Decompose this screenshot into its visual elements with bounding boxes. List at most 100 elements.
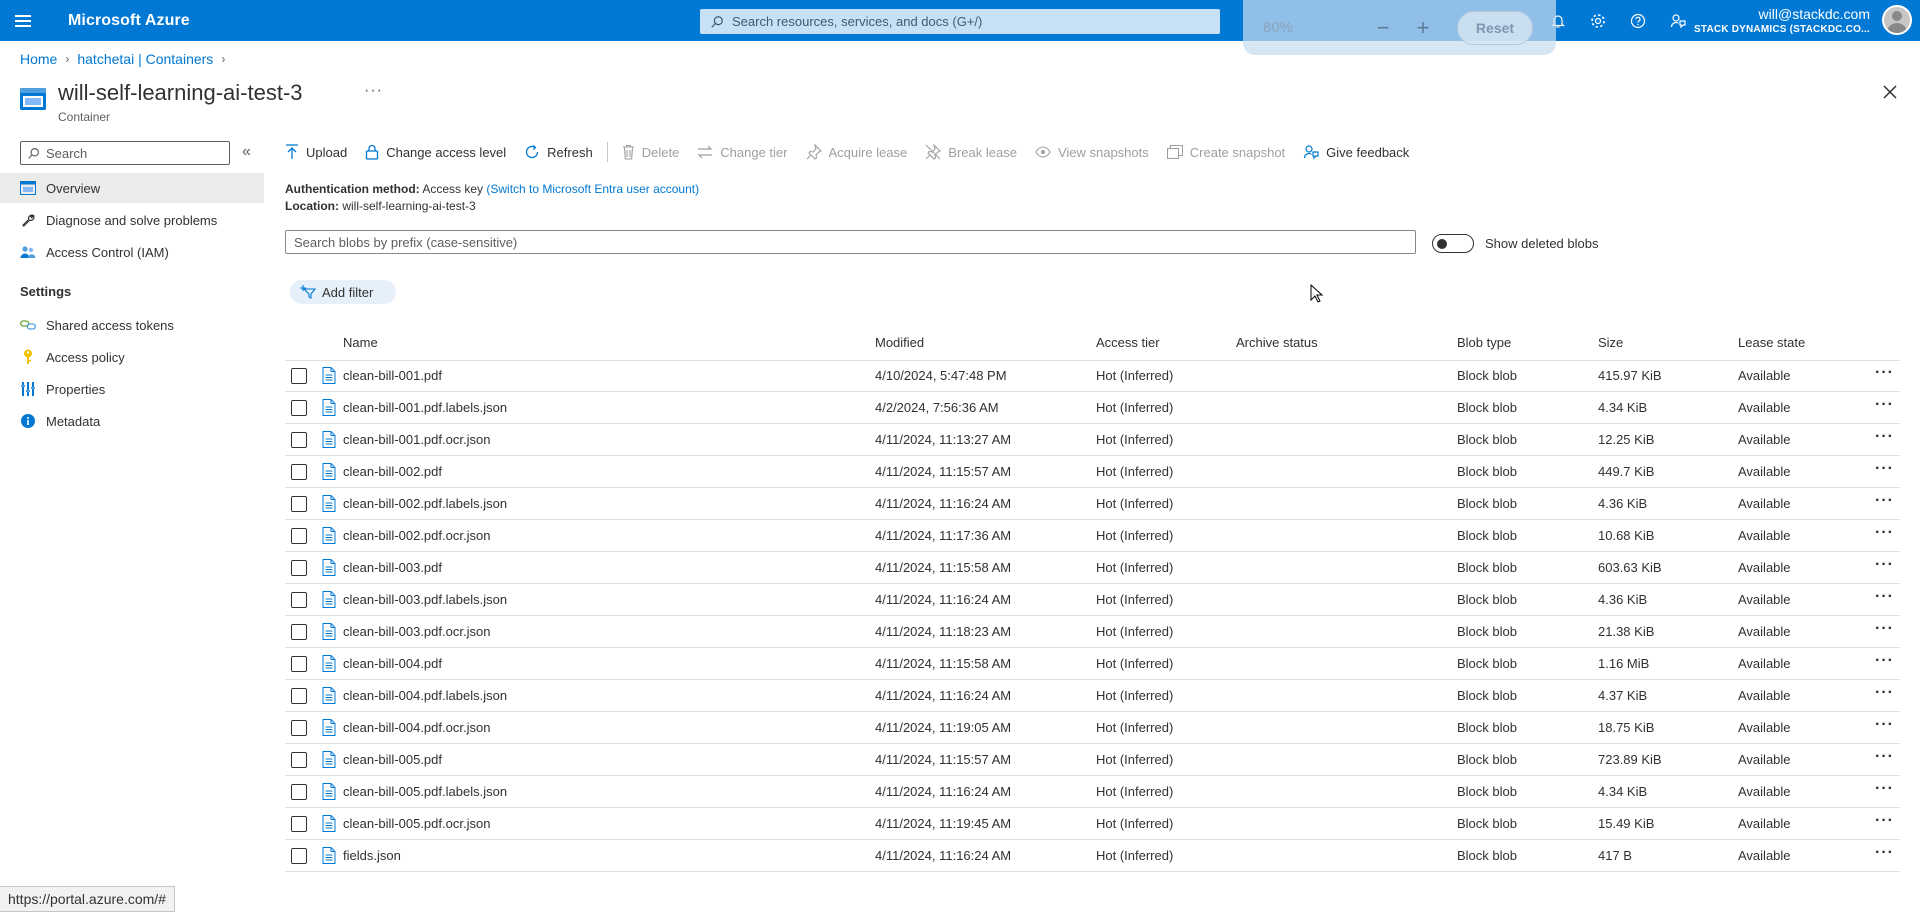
sidebar-item-iam[interactable]: Access Control (IAM) xyxy=(0,237,264,267)
row-checkbox[interactable] xyxy=(291,624,307,640)
table-row[interactable]: fields.json 4/11/2024, 11:16:24 AM Hot (In… xyxy=(285,840,1900,872)
row-checkbox[interactable] xyxy=(291,688,307,704)
row-checkbox[interactable] xyxy=(291,368,307,384)
sidebar-item-overview[interactable]: Overview xyxy=(0,173,264,203)
zoom-out-button[interactable]: − xyxy=(1363,15,1403,41)
delete-button[interactable]: Delete xyxy=(622,144,679,160)
table-row[interactable]: clean-bill-004.pdf.labels.json 4/11/2024,… xyxy=(285,680,1900,712)
change-access-level-button[interactable]: Change access level xyxy=(365,144,506,160)
blob-name-link[interactable]: clean-bill-002.pdf.labels.json xyxy=(343,496,507,511)
table-row[interactable]: clean-bill-005.pdf.ocr.json 4/11/2024, 11… xyxy=(285,808,1900,840)
more-actions-button[interactable]: ··· xyxy=(364,82,383,100)
blob-name-link[interactable]: clean-bill-004.pdf.ocr.json xyxy=(343,720,490,735)
blob-name-link[interactable]: clean-bill-003.pdf.labels.json xyxy=(343,592,507,607)
table-row[interactable]: clean-bill-002.pdf 4/11/2024, 11:15:57 AM… xyxy=(285,456,1900,488)
table-row[interactable]: clean-bill-002.pdf.labels.json 4/11/2024,… xyxy=(285,488,1900,520)
blob-name-link[interactable]: clean-bill-001.pdf.labels.json xyxy=(343,400,507,415)
sidebar-item-properties[interactable]: Properties xyxy=(0,374,264,404)
row-more-actions-button[interactable]: ··· xyxy=(1875,748,1894,766)
row-checkbox[interactable] xyxy=(291,784,307,800)
table-row[interactable]: clean-bill-005.pdf.labels.json 4/11/2024,… xyxy=(285,776,1900,808)
sidebar-item-metadata[interactable]: Metadata xyxy=(0,406,264,436)
blob-prefix-search-input[interactable]: Search blobs by prefix (case-sensitive) xyxy=(285,230,1416,254)
row-more-actions-button[interactable]: ··· xyxy=(1875,684,1894,702)
row-checkbox[interactable] xyxy=(291,528,307,544)
column-blob-type[interactable]: Blob type xyxy=(1457,335,1511,350)
column-name[interactable]: Name xyxy=(343,335,378,350)
blob-name-link[interactable]: clean-bill-002.pdf.ocr.json xyxy=(343,528,490,543)
zoom-in-button[interactable]: + xyxy=(1403,15,1443,41)
column-archive-status[interactable]: Archive status xyxy=(1236,335,1318,350)
column-modified[interactable]: Modified xyxy=(875,335,924,350)
blob-name-link[interactable]: clean-bill-004.pdf.labels.json xyxy=(343,688,507,703)
brand-title[interactable]: Microsoft Azure xyxy=(68,12,190,30)
feedback-icon[interactable] xyxy=(1658,0,1698,41)
row-more-actions-button[interactable]: ··· xyxy=(1875,588,1894,606)
account-info[interactable]: will@stackdc.com STACK DYNAMICS (STACKDC… xyxy=(1694,6,1870,35)
breadcrumb-home[interactable]: Home xyxy=(20,51,57,67)
blob-name-link[interactable]: clean-bill-001.pdf xyxy=(343,368,442,383)
sidebar-item-access-policy[interactable]: Access policy xyxy=(0,342,264,372)
blob-name-link[interactable]: clean-bill-003.pdf.ocr.json xyxy=(343,624,490,639)
row-checkbox[interactable] xyxy=(291,496,307,512)
sidebar-item-shared-access-tokens[interactable]: Shared access tokens xyxy=(0,310,264,340)
blob-name-link[interactable]: clean-bill-002.pdf xyxy=(343,464,442,479)
change-tier-button[interactable]: Change tier xyxy=(697,145,788,160)
blob-name-link[interactable]: clean-bill-005.pdf.ocr.json xyxy=(343,816,490,831)
row-more-actions-button[interactable]: ··· xyxy=(1875,460,1894,478)
zoom-reset-button[interactable]: Reset xyxy=(1457,10,1533,45)
menu-icon[interactable] xyxy=(0,0,46,41)
collapse-sidebar-button[interactable]: « xyxy=(242,143,251,161)
close-icon[interactable] xyxy=(1880,82,1900,102)
blob-name-link[interactable]: fields.json xyxy=(343,848,401,863)
breadcrumb-containers[interactable]: hatchetai | Containers xyxy=(77,51,213,67)
row-more-actions-button[interactable]: ··· xyxy=(1875,556,1894,574)
view-snapshots-button[interactable]: View snapshots xyxy=(1035,145,1149,160)
table-row[interactable]: clean-bill-004.pdf 4/11/2024, 11:15:58 AM… xyxy=(285,648,1900,680)
table-row[interactable]: clean-bill-005.pdf 4/11/2024, 11:15:57 AM… xyxy=(285,744,1900,776)
blob-name-link[interactable]: clean-bill-004.pdf xyxy=(343,656,442,671)
row-checkbox[interactable] xyxy=(291,560,307,576)
blob-name-link[interactable]: clean-bill-005.pdf.labels.json xyxy=(343,784,507,799)
blob-name-link[interactable]: clean-bill-001.pdf.ocr.json xyxy=(343,432,490,447)
upload-button[interactable]: Upload xyxy=(285,144,347,160)
create-snapshot-button[interactable]: Create snapshot xyxy=(1166,145,1285,160)
give-feedback-button[interactable]: Give feedback xyxy=(1303,144,1409,160)
row-checkbox[interactable] xyxy=(291,464,307,480)
table-row[interactable]: clean-bill-002.pdf.ocr.json 4/11/2024, 11… xyxy=(285,520,1900,552)
column-access-tier[interactable]: Access tier xyxy=(1096,335,1160,350)
show-deleted-toggle[interactable] xyxy=(1432,234,1474,253)
row-checkbox[interactable] xyxy=(291,400,307,416)
table-row[interactable]: clean-bill-004.pdf.ocr.json 4/11/2024, 11… xyxy=(285,712,1900,744)
row-checkbox[interactable] xyxy=(291,816,307,832)
row-more-actions-button[interactable]: ··· xyxy=(1875,716,1894,734)
sidebar-search-input[interactable]: Search xyxy=(20,141,230,165)
row-more-actions-button[interactable]: ··· xyxy=(1875,780,1894,798)
row-more-actions-button[interactable]: ··· xyxy=(1875,620,1894,638)
add-filter-button[interactable]: Add filter xyxy=(290,280,396,304)
row-more-actions-button[interactable]: ··· xyxy=(1875,364,1894,382)
row-more-actions-button[interactable]: ··· xyxy=(1875,524,1894,542)
table-row[interactable]: clean-bill-001.pdf.labels.json 4/2/2024, … xyxy=(285,392,1900,424)
avatar[interactable] xyxy=(1882,5,1912,35)
row-more-actions-button[interactable]: ··· xyxy=(1875,396,1894,414)
row-checkbox[interactable] xyxy=(291,656,307,672)
break-lease-button[interactable]: Break lease xyxy=(925,144,1017,160)
switch-auth-link[interactable]: (Switch to Microsoft Entra user account) xyxy=(486,182,699,196)
table-row[interactable]: clean-bill-003.pdf.ocr.json 4/11/2024, 11… xyxy=(285,616,1900,648)
row-checkbox[interactable] xyxy=(291,848,307,864)
table-row[interactable]: clean-bill-001.pdf 4/10/2024, 5:47:48 PM H… xyxy=(285,360,1900,392)
column-lease-state[interactable]: Lease state xyxy=(1738,335,1805,350)
row-more-actions-button[interactable]: ··· xyxy=(1875,428,1894,446)
row-more-actions-button[interactable]: ··· xyxy=(1875,844,1894,862)
row-checkbox[interactable] xyxy=(291,752,307,768)
table-row[interactable]: clean-bill-003.pdf 4/11/2024, 11:15:58 AM… xyxy=(285,552,1900,584)
row-checkbox[interactable] xyxy=(291,720,307,736)
column-size[interactable]: Size xyxy=(1598,335,1623,350)
refresh-button[interactable]: Refresh xyxy=(524,144,593,160)
row-more-actions-button[interactable]: ··· xyxy=(1875,812,1894,830)
global-search-input[interactable]: Search resources, services, and docs (G+… xyxy=(700,9,1220,34)
table-row[interactable]: clean-bill-003.pdf.labels.json 4/11/2024,… xyxy=(285,584,1900,616)
blob-name-link[interactable]: clean-bill-005.pdf xyxy=(343,752,442,767)
row-checkbox[interactable] xyxy=(291,432,307,448)
